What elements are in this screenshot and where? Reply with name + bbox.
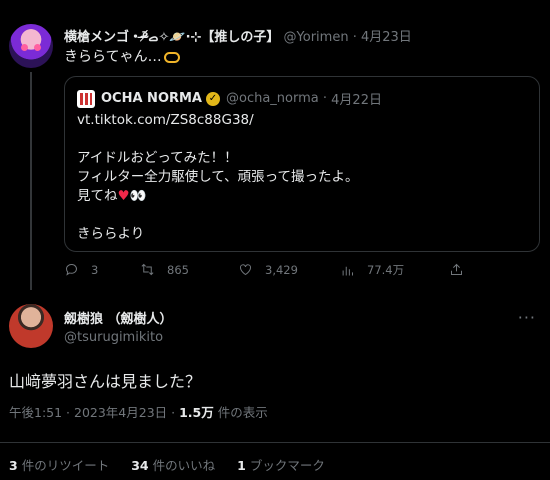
eyes-icon: 👀	[129, 188, 147, 204]
display-name[interactable]: 劔樹狼 （劔樹人）	[64, 308, 173, 327]
quoted-tweet-header: OCHA NORMA ✓ @ocha_norma · 4月22日	[77, 89, 382, 108]
verified-badge-icon: ✓	[206, 91, 220, 106]
handle[interactable]: @tsurugimikito	[64, 330, 163, 345]
view-count: 1.5万	[179, 405, 214, 420]
tweet-text: 山﨑夢羽さんは見ました？	[9, 372, 202, 391]
avatar	[77, 89, 95, 108]
tweet-actions: 3 865 3,429 77.4万	[64, 262, 504, 282]
reply-icon	[66, 264, 77, 276]
quoted-tweet[interactable]: OCHA NORMA ✓ @ocha_norma · 4月22日 vt.tikt…	[64, 76, 540, 252]
divider	[0, 442, 550, 443]
engagement-stats: 3 件のリツイート 34 件のいいね 1 ブックマーク	[9, 455, 325, 474]
tweet-timestamp[interactable]: 午後1:51 · 2023年4月23日 ·	[9, 405, 179, 420]
display-name[interactable]: 横槍メンゴ・ᵒ̴̶̷᷄ࡇ✧🪐·⊹【推しの子】	[64, 30, 279, 45]
thread-connector	[30, 72, 32, 290]
tiktok-link[interactable]: vt.tiktok.com/ZS8c88G38/	[77, 111, 358, 130]
likes-stat[interactable]: 34 件のいいね	[131, 458, 215, 473]
reply-button[interactable]: 3	[64, 262, 98, 277]
retweet-stat[interactable]: 3 件のリツイート	[9, 458, 109, 473]
share-icon	[451, 263, 462, 275]
tweet-metadata: 午後1:51 · 2023年4月23日 · 1.5万 件の表示	[9, 405, 268, 420]
handle[interactable]: @Yorimen	[284, 30, 349, 45]
parent-tweet[interactable]: 横槍メンゴ・ᵒ̴̶̷᷄ࡇ✧🪐·⊹【推しの子】 @Yorimen · 4月23日 …	[0, 0, 550, 290]
tweet-text: きららてゃん…	[64, 46, 180, 66]
more-options-icon[interactable]: ···	[518, 308, 536, 327]
bookmarks-stat[interactable]: 1 ブックマーク	[237, 458, 325, 473]
tweet-date: 4月22日	[331, 93, 382, 108]
heart-outline-icon	[240, 264, 251, 276]
parent-tweet-header: 横槍メンゴ・ᵒ̴̶̷᷄ࡇ✧🪐·⊹【推しの子】 @Yorimen · 4月23日	[64, 30, 412, 45]
like-button[interactable]: 3,429	[238, 262, 298, 277]
heart-icon: ♥	[117, 188, 130, 204]
heart-hands-icon	[163, 51, 180, 63]
retweet-button[interactable]: 865	[140, 262, 189, 277]
tweet-date[interactable]: 4月23日	[361, 30, 412, 45]
views-button[interactable]: 77.4万	[340, 262, 404, 278]
avatar[interactable]	[9, 304, 53, 348]
share-button[interactable]	[449, 262, 476, 277]
avatar[interactable]	[9, 24, 53, 68]
handle: @ocha_norma	[226, 91, 319, 106]
retweet-icon	[141, 263, 154, 276]
bar-chart-icon	[342, 266, 353, 275]
quoted-tweet-text: vt.tiktok.com/ZS8c88G38/ アイドルおどってみた！！ フィ…	[77, 111, 359, 242]
display-name: OCHA NORMA	[101, 91, 202, 106]
